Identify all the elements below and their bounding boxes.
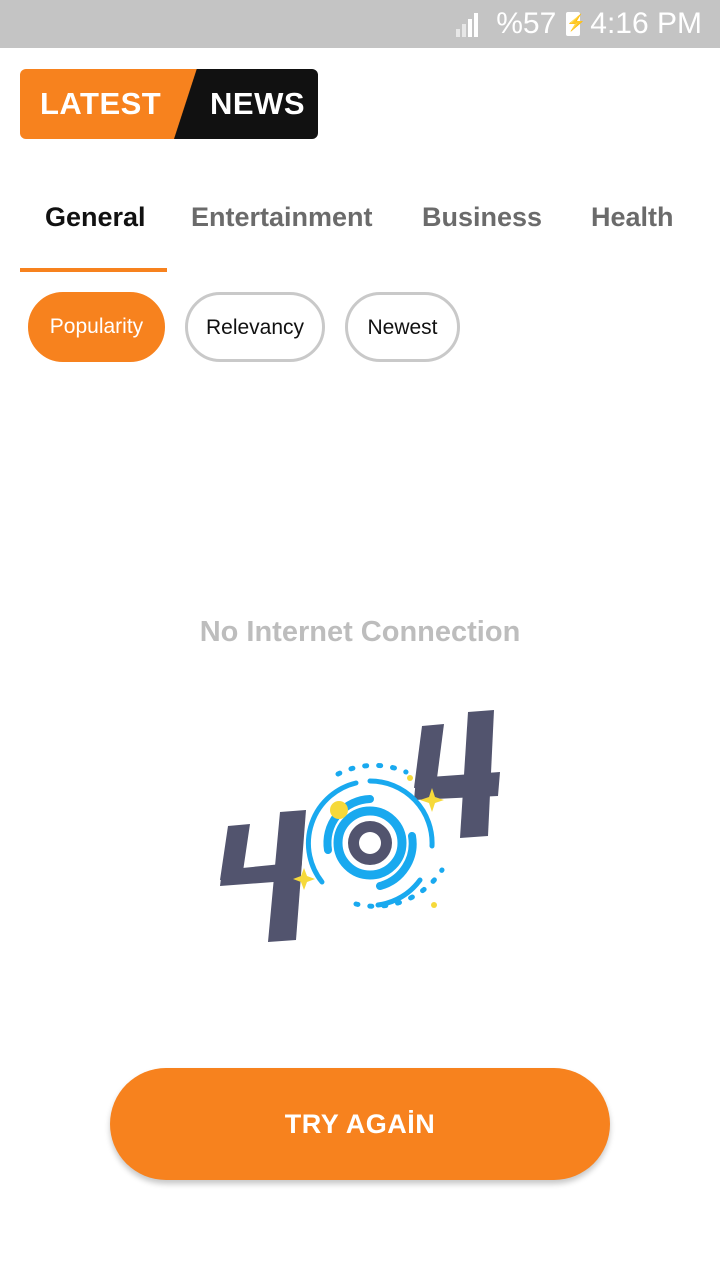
active-tab-indicator [20, 268, 167, 272]
battery-charging-icon [566, 12, 581, 36]
404-illustration [220, 710, 500, 942]
signal-icon [456, 11, 482, 37]
logo-word-news: NEWS [210, 86, 305, 121]
status-bar: %57 4:16 PM [0, 0, 720, 48]
battery-percent: %57 [496, 7, 557, 40]
chip-relevancy[interactable]: Relevancy [185, 292, 325, 362]
chip-popularity[interactable]: Popularity [28, 292, 165, 362]
clock: 4:16 PM [590, 7, 702, 40]
chip-newest[interactable]: Newest [345, 292, 460, 362]
app-logo: LATEST NEWS [20, 69, 318, 139]
tab-business[interactable]: Business [422, 185, 542, 249]
status-bar-right: %57 4:16 PM [456, 0, 702, 48]
logo-word-latest: LATEST [40, 86, 162, 121]
tab-entertainment[interactable]: Entertainment [191, 185, 373, 249]
tab-general[interactable]: General [45, 185, 146, 249]
try-again-button[interactable]: TRY AGAİN [110, 1068, 610, 1180]
digit-four-left [220, 810, 306, 942]
tab-health[interactable]: Health [591, 185, 674, 249]
no-connection-message: No Internet Connection [199, 616, 521, 648]
category-tabs: General Entertainment Business Health [0, 185, 720, 271]
